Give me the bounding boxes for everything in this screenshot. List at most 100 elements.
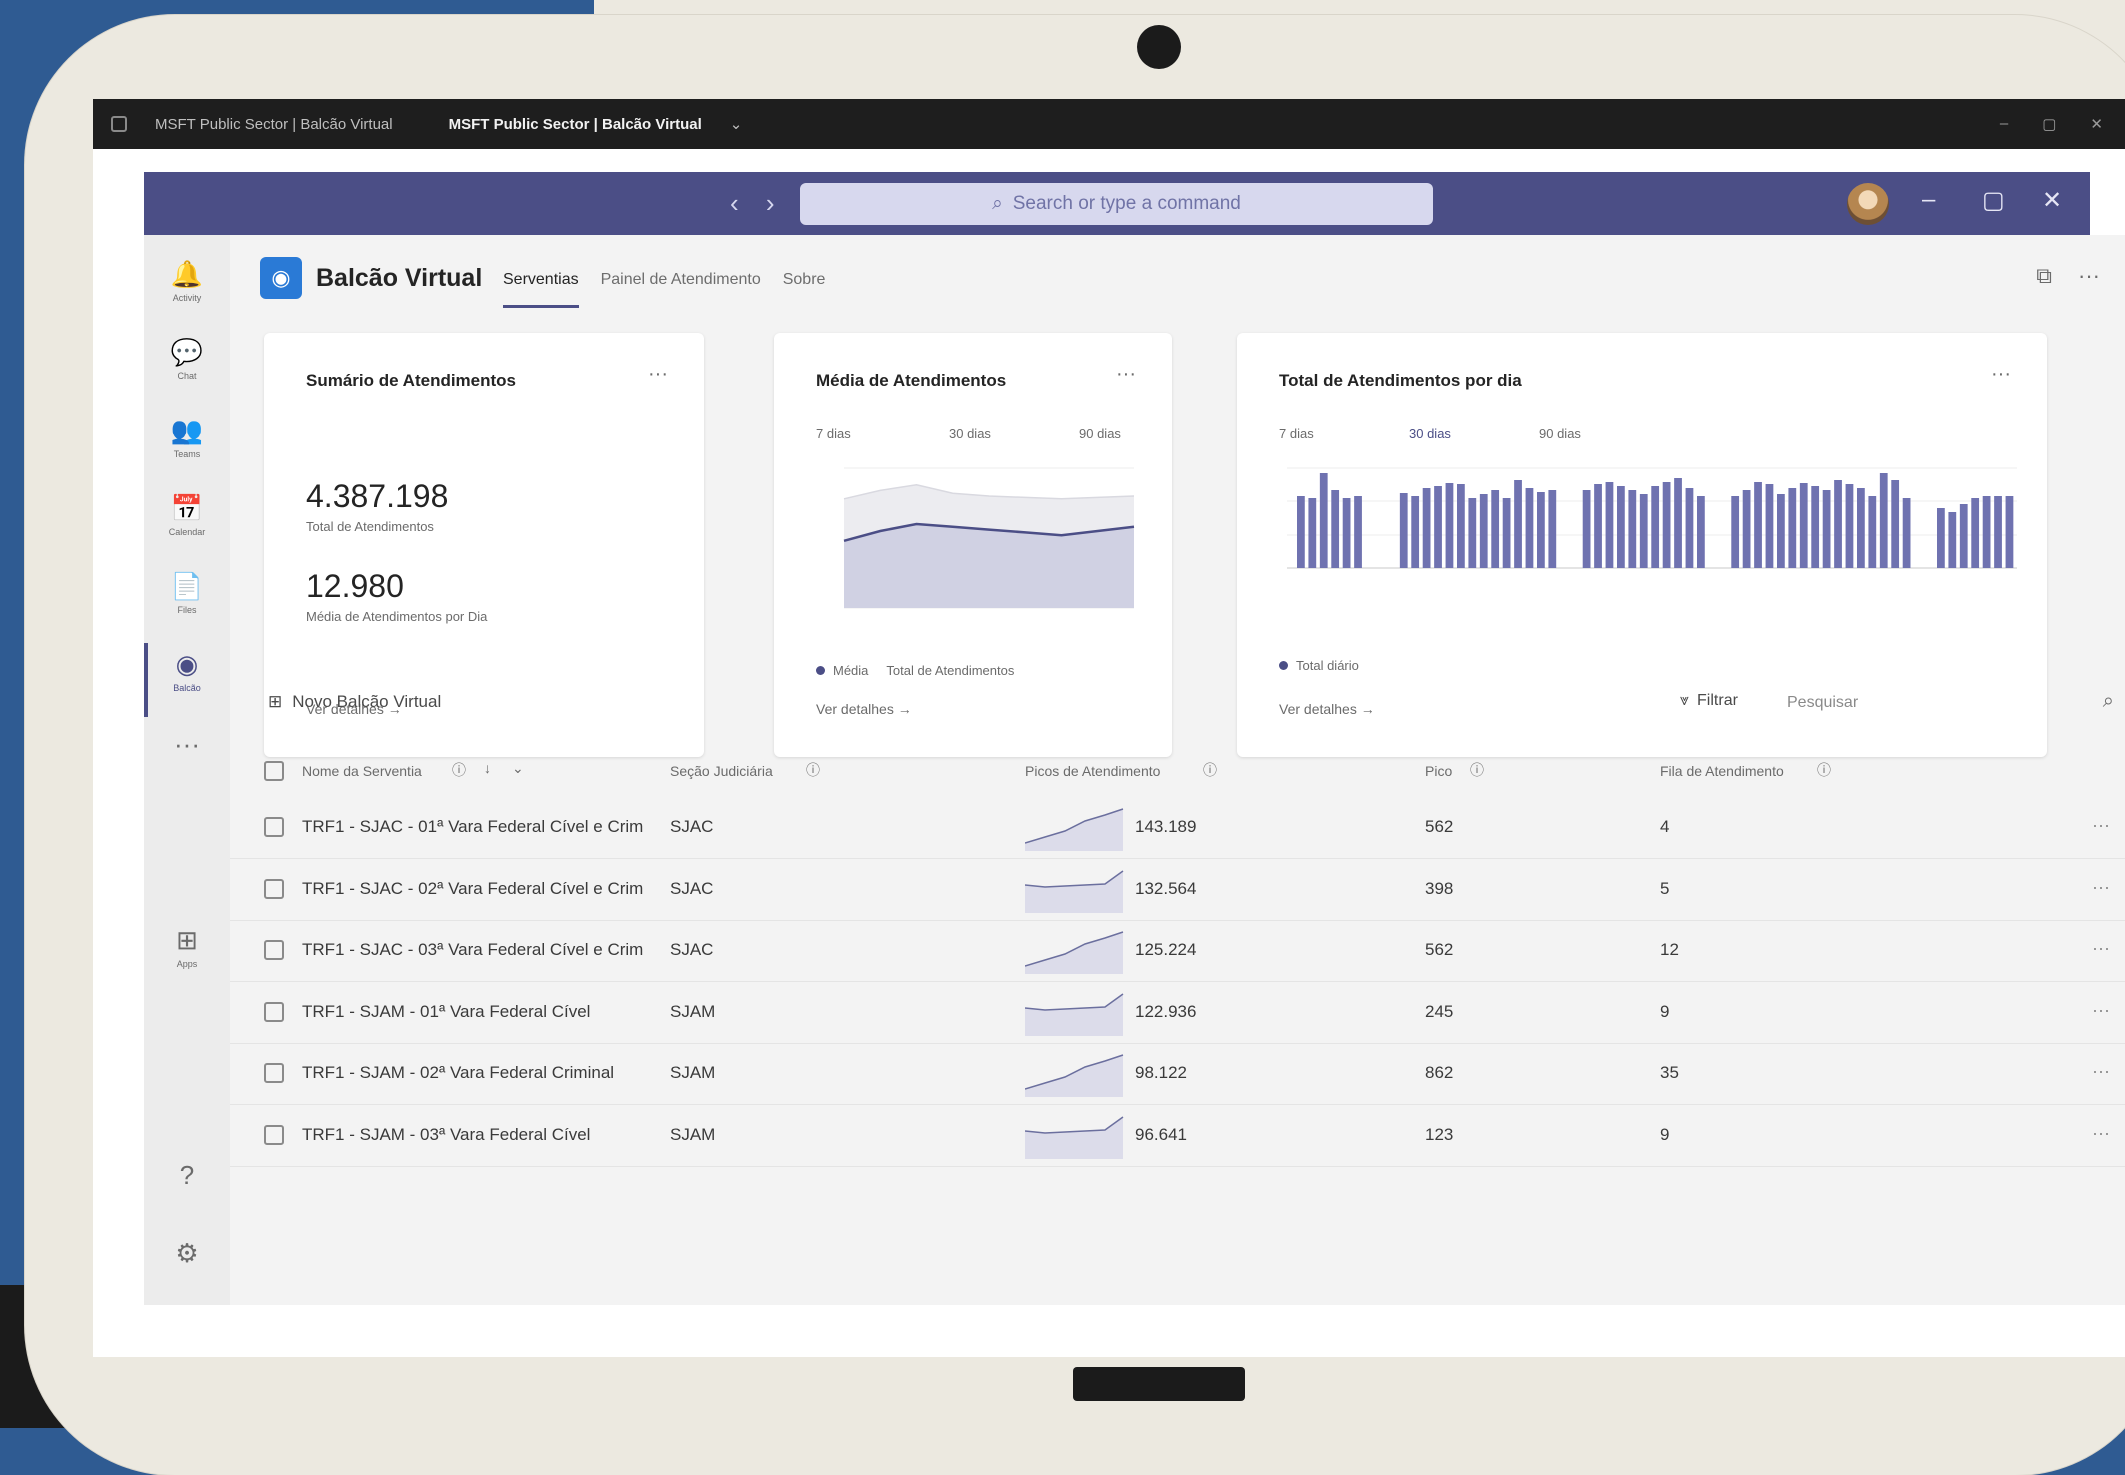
row-more-icon[interactable]: ··· [2092, 1000, 2110, 1021]
column-header-pico[interactable]: Pico [1425, 763, 1452, 779]
row-more-icon[interactable]: ··· [2092, 938, 2110, 959]
row-checkbox[interactable] [264, 940, 284, 960]
app-actions: ⧉ ··· [2036, 263, 2100, 289]
row-name[interactable]: TRF1 - SJAM - 01ª Vara Federal Cível [302, 1002, 660, 1022]
browser-menu-icon[interactable] [111, 116, 127, 132]
row-sparkline [1025, 869, 1124, 913]
more-icon: ··· [174, 729, 200, 759]
search-icon[interactable]: ⌕ [2103, 690, 2114, 713]
table-row[interactable]: TRF1 - SJAM - 02ª Vara Federal Criminal S… [230, 1043, 2125, 1105]
table-row[interactable]: TRF1 - SJAM - 03ª Vara Federal Cível SJAM… [230, 1105, 2125, 1167]
new-tab-icon[interactable]: ⌄ [730, 115, 743, 133]
select-all-checkbox[interactable] [264, 761, 284, 781]
row-more-icon[interactable]: ··· [2092, 877, 2110, 898]
row-checkbox[interactable] [264, 1124, 284, 1145]
range-7-dias[interactable]: 7 dias [1279, 426, 1314, 441]
new-balcao-label: Novo Balcão Virtual [292, 692, 442, 711]
bar [1959, 504, 1968, 568]
help-icon: ? [179, 1160, 195, 1190]
sort-down-icon[interactable]: ↓ [484, 760, 491, 776]
row-sparkline [1025, 931, 1124, 974]
nav-teams[interactable]: 👥 Teams [144, 415, 230, 459]
bar [1514, 480, 1522, 568]
row-more-icon[interactable]: ··· [2092, 1123, 2110, 1144]
table-row[interactable]: TRF1 - SJAC - 03ª Vara Federal Cível e C… [230, 920, 2125, 982]
bar [1651, 486, 1660, 568]
maximize-icon[interactable]: ▢ [2042, 115, 2056, 133]
nav-more[interactable]: ··· [144, 729, 230, 759]
row-pico: 245 [1425, 1001, 1454, 1021]
avatar[interactable] [1847, 183, 1889, 225]
column-header-secao[interactable]: Seção Judiciária [670, 763, 773, 779]
column-header-picos[interactable]: Picos de Atendimento [1025, 763, 1160, 779]
search-placeholder: Search or type a command [1012, 193, 1241, 214]
row-value: 125.224 [1135, 940, 1197, 959]
browser-tab[interactable]: MSFT Public Sector | Balcão Virtual [127, 116, 421, 133]
row-name[interactable]: TRF1 - SJAC - 02ª Vara Federal Cível e C… [302, 879, 660, 899]
range-90-dias[interactable]: 90 dias [1079, 426, 1121, 441]
close-icon[interactable]: ✕ [2090, 115, 2103, 133]
row-name[interactable]: TRF1 - SJAM - 02ª Vara Federal Criminal [302, 1063, 660, 1083]
row-more-icon[interactable]: ··· [2092, 815, 2110, 836]
bar [1639, 494, 1648, 568]
nav-activity[interactable]: 🔔 Activity [144, 259, 230, 303]
table-row[interactable]: TRF1 - SJAC - 02ª Vara Federal Cível e C… [230, 859, 2125, 921]
command-search-input[interactable]: ⌕ Search or type a command [800, 183, 1433, 225]
range-7-dias[interactable]: 7 dias [816, 426, 851, 441]
more-options-icon[interactable]: ··· [2078, 263, 2100, 289]
total-value: 4.387.198 [306, 478, 449, 514]
daily-bar-chart [1287, 467, 2017, 569]
table-row[interactable]: TRF1 - SJAC - 01ª Vara Federal Cível e C… [230, 797, 2125, 859]
row-pico: 562 [1425, 940, 1454, 959]
nav-arrows[interactable]: ‹ › [730, 188, 785, 219]
row-name[interactable]: TRF1 - SJAC - 03ª Vara Federal Cível e C… [302, 940, 660, 960]
card-more-icon[interactable]: ··· [1991, 363, 2011, 386]
range-90-dias[interactable]: 90 dias [1539, 426, 1581, 441]
search-icon: ⌕ [992, 193, 1003, 214]
column-header-nome[interactable]: Nome da Serventia [302, 763, 422, 779]
grid-search-placeholder: Pesquisar [1787, 694, 1859, 711]
filter-button[interactable]: ⩔ Filtrar [1680, 692, 1738, 710]
average-area-chart [843, 467, 1135, 609]
row-checkbox[interactable] [264, 817, 284, 837]
row-checkbox[interactable] [264, 878, 284, 899]
table-row[interactable]: TRF1 - SJAM - 01ª Vara Federal Cível SJAM… [230, 982, 2125, 1044]
range-30-dias[interactable]: 30 dias [949, 426, 991, 441]
nav-chat[interactable]: 💬 Chat [144, 337, 230, 381]
card-title: Sumário de Atendimentos [306, 371, 517, 390]
popout-icon[interactable]: ⧉ [2036, 263, 2052, 289]
new-balcao-button[interactable]: ⊞ Novo Balcão Virtual [268, 692, 441, 712]
nav-calendar[interactable]: 📅 Calendar [144, 493, 230, 537]
card-more-icon[interactable]: ··· [648, 363, 668, 386]
card-more-icon[interactable]: ··· [1116, 363, 1136, 386]
maximize-icon[interactable]: ▢ [1982, 186, 2005, 215]
row-checkbox[interactable] [264, 1063, 284, 1083]
row-checkbox[interactable] [264, 1001, 284, 1022]
chevron-down-icon[interactable]: ⌄ [512, 760, 524, 777]
browser-tab-active[interactable]: MSFT Public Sector | Balcão Virtual [421, 116, 730, 133]
home-button[interactable] [1073, 1367, 1245, 1401]
row-more-icon[interactable]: ··· [2092, 1061, 2110, 1082]
nav-help[interactable]: ? [144, 1160, 230, 1190]
range-30-dias[interactable]: 30 dias [1409, 426, 1451, 441]
bar [1857, 488, 1865, 568]
bar [1308, 498, 1317, 568]
close-icon[interactable]: ✕ [2042, 186, 2062, 215]
info-icon: ⓘ [1470, 762, 1484, 778]
row-pico: 398 [1425, 878, 1454, 898]
column-header-fila[interactable]: Fila de Atendimento [1660, 763, 1784, 779]
row-name[interactable]: TRF1 - SJAM - 03ª Vara Federal Cível [302, 1125, 660, 1145]
row-name[interactable]: TRF1 - SJAC - 01ª Vara Federal Cível e C… [302, 817, 660, 837]
tab-painel-atendimento[interactable]: Painel de Atendimento [601, 271, 761, 289]
tab-serventias[interactable]: Serventias [503, 271, 579, 308]
bar [1617, 486, 1625, 568]
nav-files[interactable]: 📄 Files [144, 571, 230, 615]
nav-apps[interactable]: ⊞ Apps [144, 925, 230, 969]
nav-settings[interactable]: ⚙ [144, 1238, 230, 1268]
minimize-icon[interactable]: – [1922, 186, 1935, 214]
bar [2005, 496, 2014, 568]
grid-search-input[interactable]: Pesquisar [1775, 684, 2040, 722]
nav-balcao[interactable]: ◉ Balcão [144, 643, 230, 717]
tab-sobre[interactable]: Sobre [783, 271, 826, 289]
minimize-icon[interactable]: – [2000, 115, 2008, 133]
